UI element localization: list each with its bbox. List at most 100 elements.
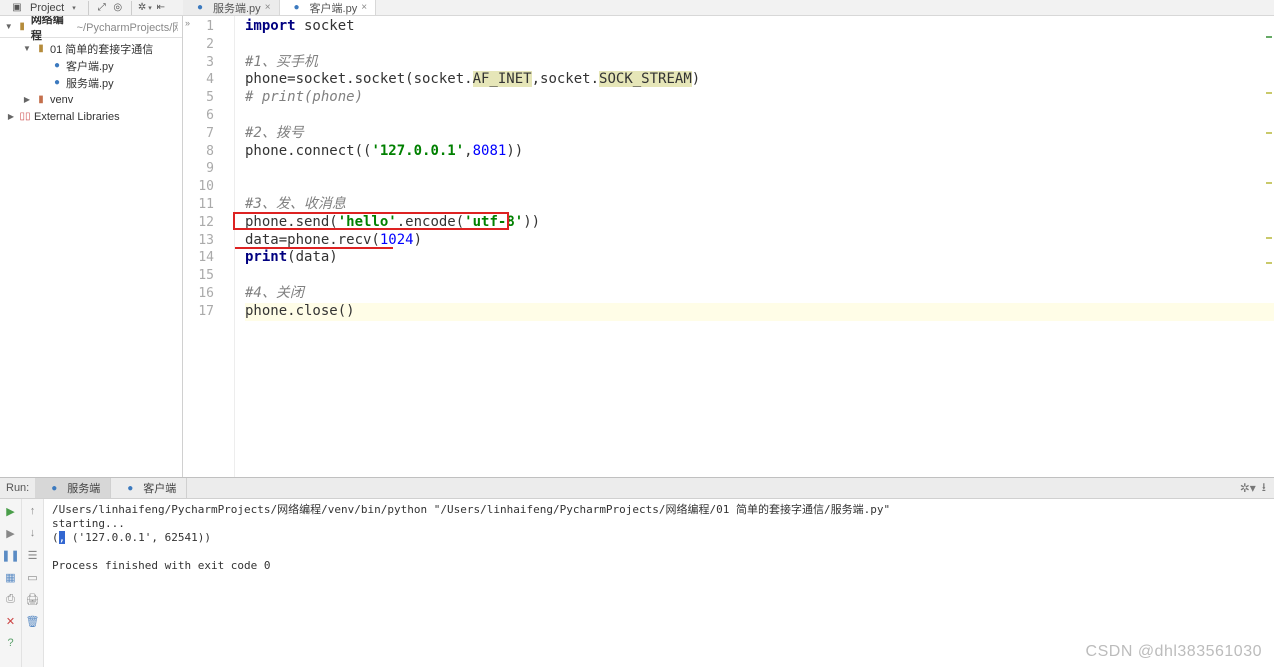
code-line[interactable]: phone.close() (245, 303, 1274, 321)
help-icon[interactable]: ? (3, 635, 19, 651)
project-panel: ▼ ▮ 网络编程 ~/PycharmProjects/网 ▼▮01 简单的套接字… (0, 16, 183, 477)
close-icon[interactable]: ✕ (3, 613, 19, 629)
code-line[interactable] (245, 178, 1274, 196)
hide-icon[interactable]: ⇤ (154, 1, 168, 15)
code-line[interactable]: #1、买手机 (245, 54, 1274, 72)
trash-icon[interactable]: 🗑 (25, 613, 41, 629)
line-number: 12 (183, 214, 234, 232)
run-tab-label: 客户端 (143, 480, 176, 496)
target-icon[interactable]: ◎ (111, 1, 125, 15)
line-number: 9 (183, 160, 234, 178)
run-config-tab[interactable]: ● 客户端 (111, 478, 187, 498)
editor-tab[interactable]: ●客户端.py× (280, 0, 377, 15)
wrap-icon[interactable]: ☰ (25, 547, 41, 563)
project-icon: ▣ (10, 1, 24, 15)
code-line[interactable]: import socket (245, 18, 1274, 36)
code-line[interactable] (245, 267, 1274, 285)
pause-icon[interactable]: ❚❚ (3, 547, 19, 563)
python-file-icon: ● (193, 1, 207, 15)
down-icon[interactable]: ↓ (25, 525, 41, 541)
code-line[interactable]: #4、关闭 (245, 285, 1274, 303)
code-line[interactable]: data=phone.recv(1024) (245, 232, 1274, 250)
collapse-icon[interactable]: ⤢ (95, 1, 109, 15)
line-number: 11 (183, 196, 234, 214)
code-line[interactable] (245, 36, 1274, 54)
tree-item-label: 01 简单的套接字通信 (50, 41, 153, 57)
line-number: 8 (183, 143, 234, 161)
stripe-warn-icon (1266, 262, 1272, 264)
chevron-down-icon: ▼ (4, 22, 14, 31)
line-number: 5 (183, 89, 234, 107)
stripe-ok-icon (1266, 36, 1272, 38)
project-tool-button[interactable]: ▣ Project ▾ (4, 1, 82, 15)
run-panel: Run: ● 服务端 ● 客户端 ✲▾ ⭳ ▶ ▶ ❚❚ ▦ ⎙ ✕? ↑ ↓ ☰ ▭ 🖨 🗑 /User… (0, 477, 1274, 667)
run-config-tab[interactable]: ● 服务端 (35, 478, 111, 498)
line-number: 6 (183, 107, 234, 125)
tree-item[interactable]: ▼▮01 简单的套接字通信 (0, 40, 182, 57)
tree-item[interactable]: ●客户端.py (0, 57, 182, 74)
layout-icon[interactable]: ▦ (3, 569, 19, 585)
separator (131, 1, 132, 15)
scroll-icon[interactable]: ▭ (25, 569, 41, 585)
line-number: 4 (183, 71, 234, 89)
line-number: 15 (183, 267, 234, 285)
tree-item[interactable]: ▶▮venv (0, 91, 182, 108)
tab-label: 服务端.py (213, 0, 261, 16)
code-line[interactable]: print(data) (245, 249, 1274, 267)
code-line[interactable]: # print(phone) (245, 89, 1274, 107)
project-tree: ▼▮01 简单的套接字通信●客户端.py●服务端.py▶▮venv▶▯▯Exte… (0, 38, 182, 127)
py-icon: ● (50, 59, 64, 73)
code-content[interactable]: import socket #1、买手机phone=socket.socket(… (235, 16, 1274, 477)
code-line[interactable]: phone=socket.socket(socket.AF_INET,socke… (245, 71, 1274, 89)
line-number: 16 (183, 285, 234, 303)
run-tab-label: 服务端 (67, 480, 100, 496)
run-label: Run: (0, 478, 35, 498)
close-icon[interactable]: × (361, 2, 367, 13)
gear-icon[interactable]: ✲▾ (1240, 481, 1256, 495)
run-gutter-right: ↑ ↓ ☰ ▭ 🖨 🗑 (22, 499, 44, 667)
annotation-underline (235, 247, 393, 249)
line-number: 10 (183, 178, 234, 196)
run-icon[interactable]: ▶ (3, 503, 19, 519)
project-header[interactable]: ▼ ▮ 网络编程 ~/PycharmProjects/网 (0, 16, 182, 38)
tree-item[interactable]: ●服务端.py (0, 74, 182, 91)
code-line[interactable]: #2、拨号 (245, 125, 1274, 143)
editor-tab[interactable]: ● 服务端.py × (183, 0, 280, 15)
python-icon: ● (47, 481, 61, 495)
project-root-name: 网络编程 (31, 16, 73, 43)
console-output[interactable]: /Users/linhaifeng/PycharmProjects/网络编程/v… (44, 499, 1274, 667)
project-label: Project (26, 2, 68, 14)
stripe-warn-icon (1266, 182, 1272, 184)
python-icon: ● (123, 481, 137, 495)
tree-item-label: 客户端.py (66, 58, 114, 74)
console-line: Process finished with exit code 0 (52, 559, 1266, 573)
tree-arrow-icon: ▶ (22, 95, 32, 104)
code-line[interactable]: phone.connect(('127.0.0.1',8081)) (245, 143, 1274, 161)
run-tabs: ● 服务端 ● 客户端 (35, 478, 187, 498)
code-line[interactable] (245, 107, 1274, 125)
up-icon[interactable]: ↑ (25, 503, 41, 519)
editor-tabs: ●服务端.py×●客户端.py× (183, 0, 1274, 16)
venv-icon: ▮ (34, 93, 48, 107)
console-line: (, ('127.0.0.1', 62541)) (52, 531, 1266, 545)
chevron-down-icon: ▾ (72, 4, 76, 12)
console-line: starting... (52, 517, 1266, 531)
settings-icon[interactable]: ✲▾ (138, 1, 152, 15)
run-body: ▶ ▶ ❚❚ ▦ ⎙ ✕? ↑ ↓ ☰ ▭ 🖨 🗑 /Users/linhaifeng/Pychar… (0, 499, 1274, 667)
tree-item[interactable]: ▶▯▯External Libraries (0, 108, 182, 125)
minimize-icon[interactable]: ⭳ (1262, 478, 1266, 499)
line-number: 7 (183, 125, 234, 143)
printer-icon[interactable]: 🖨 (25, 591, 41, 607)
error-stripe (1264, 32, 1274, 477)
annotation-box (233, 212, 509, 230)
code-editor[interactable]: » 1234567891011121314151617 import socke… (183, 16, 1274, 477)
gutter-arrow-icon: » (185, 18, 190, 28)
print-icon[interactable]: ⎙ (3, 591, 19, 607)
separator (88, 1, 89, 15)
close-icon[interactable]: × (265, 2, 271, 13)
rerun-icon[interactable]: ▶ (3, 525, 19, 541)
code-line[interactable] (245, 160, 1274, 178)
tree-item-label: 服务端.py (66, 75, 114, 91)
folder-icon: ▮ (34, 42, 48, 56)
py-icon: ● (50, 76, 64, 90)
